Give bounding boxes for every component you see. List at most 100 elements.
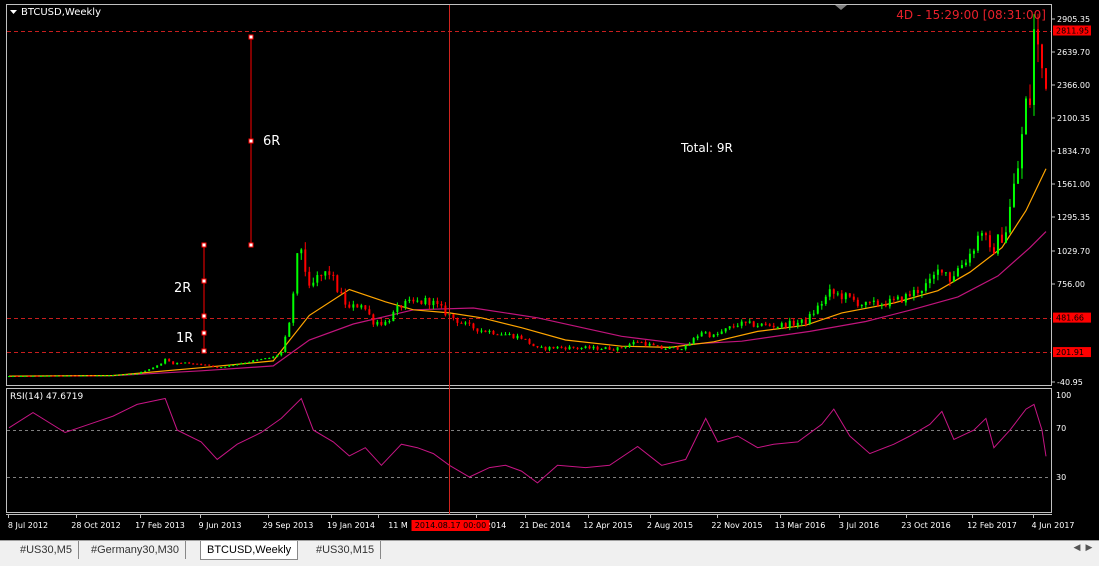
candle-body[interactable] [552,346,555,349]
candle-body[interactable] [704,332,707,334]
candle-body[interactable] [608,347,611,350]
candle-body[interactable] [220,367,223,369]
candle-body[interactable] [920,290,923,294]
candle-body[interactable] [216,366,219,368]
candle-body[interactable] [716,333,719,335]
candle-body[interactable] [840,293,843,300]
candle-body[interactable] [952,276,955,282]
candle-body[interactable] [912,289,915,296]
candle-body[interactable] [572,346,575,348]
candle-body[interactable] [820,304,823,306]
candle-body[interactable] [816,305,819,314]
candle-body[interactable] [764,323,767,325]
candle-body[interactable] [1000,234,1003,243]
candle-body[interactable] [688,343,691,346]
candle-body[interactable] [308,271,311,286]
candle-body[interactable] [484,330,487,333]
candle-body[interactable] [960,264,963,269]
candle-body[interactable] [340,291,343,293]
candle-body[interactable] [212,365,215,367]
candle-body[interactable] [980,233,983,236]
candle-body[interactable] [976,235,979,251]
candle-body[interactable] [592,346,595,349]
tab-germany30-m30[interactable]: #Germany30,M30 [85,541,187,559]
candle-body[interactable] [616,347,619,351]
candle-body[interactable] [644,342,647,346]
candle-body[interactable] [416,300,419,302]
candle-body[interactable] [1020,134,1023,169]
candle-body[interactable] [676,346,679,350]
candle-body[interactable] [200,363,203,365]
candle-body[interactable] [944,272,947,274]
candle-body[interactable] [268,357,271,359]
candle-body[interactable] [380,321,383,325]
candle-body[interactable] [948,272,951,282]
candle-body[interactable] [364,305,367,310]
candle-body[interactable] [832,289,835,294]
candle-body[interactable] [744,321,747,323]
candle-body[interactable] [160,363,163,366]
candle-body[interactable] [40,375,43,377]
candle-body[interactable] [24,375,27,377]
candle-body[interactable] [360,305,363,308]
candle-body[interactable] [144,370,147,372]
candle-body[interactable] [136,373,139,375]
candle-body[interactable] [524,338,527,340]
candle-body[interactable] [348,304,351,308]
candle-body[interactable] [36,375,39,377]
candle-body[interactable] [156,365,159,368]
candle-body[interactable] [100,375,103,377]
candle-body[interactable] [164,359,167,364]
candle-body[interactable] [236,364,239,366]
tab-btcusd-weekly[interactable]: BTCUSD,Weekly [200,541,299,560]
candle-body[interactable] [204,364,207,366]
candle-body[interactable] [760,323,763,326]
price-pane[interactable] [6,4,1052,386]
candle-body[interactable] [1024,98,1027,135]
candle-body[interactable] [332,274,335,276]
tab-us30-m5[interactable]: #US30,M5 [14,541,79,559]
candle-body[interactable] [172,361,175,365]
candle-body[interactable] [936,269,939,275]
candle-body[interactable] [404,300,407,308]
candle-body[interactable] [612,349,615,351]
candle-body[interactable] [376,321,379,325]
candle-body[interactable] [600,349,603,351]
candle-body[interactable] [556,346,559,349]
candle-body[interactable] [640,342,643,344]
candle-body[interactable] [336,275,339,292]
candle-body[interactable] [624,346,627,348]
candle-body[interactable] [520,335,523,339]
candle-body[interactable] [768,324,771,326]
candle-body[interactable] [836,293,839,295]
candle-body[interactable] [560,346,563,348]
candle-body[interactable] [300,249,303,254]
candle-body[interactable] [860,305,863,307]
candle-body[interactable] [8,376,10,378]
candle-body[interactable] [500,334,503,336]
candle-body[interactable] [628,344,631,347]
candle-body[interactable] [420,300,423,304]
candle-body[interactable] [648,343,651,346]
candle-body[interactable] [320,275,323,277]
candle-body[interactable] [480,330,483,332]
candle-body[interactable] [488,330,491,333]
candle-body[interactable] [544,346,547,350]
candle-body[interactable] [508,334,511,336]
candle-body[interactable] [440,304,443,306]
candle-body[interactable] [772,325,775,328]
candle-body[interactable] [252,360,255,363]
candle-body[interactable] [72,375,75,377]
line-handle[interactable] [248,34,254,40]
candle-body[interactable] [248,362,251,364]
candle-body[interactable] [272,356,275,358]
candle-body[interactable] [876,300,879,306]
candle-body[interactable] [564,347,567,350]
candle-body[interactable] [80,375,83,377]
candle-body[interactable] [292,293,295,323]
candle-body[interactable] [280,352,283,356]
candle-body[interactable] [880,304,883,306]
candle-body[interactable] [148,369,151,371]
candle-body[interactable] [904,294,907,303]
candle-body[interactable] [992,247,995,254]
